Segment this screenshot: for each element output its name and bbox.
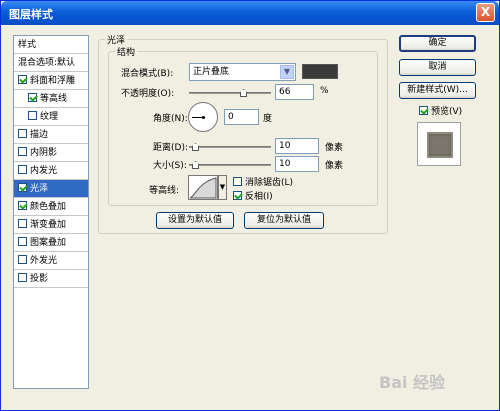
style-item-inner-glow[interactable]: 内发光 — [14, 162, 88, 180]
blend-mode-label: 混合模式(B): — [121, 69, 174, 79]
style-item-label: 等高线 — [40, 94, 68, 104]
style-item-label: 图案叠加 — [30, 238, 67, 248]
checkbox-icon[interactable] — [18, 147, 27, 156]
structure-group-title: 结构 — [115, 45, 138, 58]
opacity-unit: % — [320, 86, 329, 96]
checkbox-icon[interactable] — [18, 219, 27, 228]
style-item-stroke[interactable]: 描边 — [14, 126, 88, 144]
style-item-label: 内发光 — [30, 166, 58, 176]
invert-option[interactable]: 反相(I) — [233, 189, 273, 202]
style-item-bevel-emboss[interactable]: 斜面和浮雕 — [14, 72, 88, 90]
style-item-drop-shadow[interactable]: 投影 — [14, 270, 88, 288]
angle-center-icon — [202, 116, 205, 119]
title-bar[interactable]: 图层样式 X — [1, 1, 499, 25]
style-item-label: 渐变叠加 — [30, 220, 67, 230]
reset-default-button[interactable]: 复位为默认值 — [244, 212, 324, 229]
checkbox-icon[interactable] — [18, 165, 27, 174]
layer-style-dialog: 图层样式 X 样式 混合选项:默认 斜面和浮雕 等高线 纹理 描边 内阴影 内发… — [0, 0, 500, 411]
checkbox-icon[interactable] — [18, 201, 27, 210]
size-slider-track[interactable] — [189, 164, 271, 166]
distance-input[interactable]: 10 — [275, 138, 319, 154]
contour-preview[interactable] — [188, 175, 218, 200]
style-item-gradient-overlay[interactable]: 渐变叠加 — [14, 216, 88, 234]
style-item-label: 内阴影 — [30, 148, 58, 158]
angle-input[interactable]: 0 — [224, 109, 259, 125]
distance-slider-handle[interactable] — [192, 143, 199, 151]
preview-swatch — [427, 132, 453, 158]
style-item-satin[interactable]: 光泽 — [14, 180, 88, 198]
style-item-label: 光泽 — [30, 184, 49, 194]
checkbox-icon[interactable] — [18, 75, 27, 84]
preview-label: 预览(V) — [431, 107, 463, 117]
contour-label: 等高线: — [149, 186, 180, 196]
blend-mode-select[interactable]: 正片叠底 ▼ — [189, 63, 296, 81]
style-item-label: 纹理 — [40, 112, 59, 122]
blend-options-item[interactable]: 混合选项:默认 — [14, 54, 88, 72]
window-title: 图层样式 — [9, 8, 53, 21]
antialias-label: 消除锯齿(L) — [245, 178, 294, 188]
style-item-label: 斜面和浮雕 — [30, 76, 76, 86]
style-item-label: 描边 — [30, 130, 49, 140]
checkbox-icon[interactable] — [419, 106, 428, 115]
styles-header[interactable]: 样式 — [14, 36, 88, 54]
chevron-down-icon[interactable]: ▼ — [280, 65, 294, 79]
blend-mode-value: 正片叠底 — [193, 67, 230, 77]
style-item-inner-shadow[interactable]: 内阴影 — [14, 144, 88, 162]
dialog-body: 样式 混合选项:默认 斜面和浮雕 等高线 纹理 描边 内阴影 内发光 光泽 颜色… — [4, 25, 498, 409]
opacity-label: 不透明度(O): — [121, 89, 175, 99]
checkbox-icon[interactable] — [18, 273, 27, 282]
cancel-button[interactable]: 取消 — [399, 59, 476, 76]
structure-group: 结构 混合模式(B): 正片叠底 ▼ 不透明度(O): 66 % 角度(N): … — [108, 45, 378, 206]
opacity-input[interactable]: 66 — [275, 84, 314, 100]
watermark-logo: Bai 经验 — [379, 373, 446, 392]
angle-dial[interactable] — [188, 102, 218, 132]
style-item-contour[interactable]: 等高线 — [14, 90, 88, 108]
size-unit: 像素 — [325, 161, 344, 171]
checkbox-icon[interactable] — [18, 183, 27, 192]
style-item-texture[interactable]: 纹理 — [14, 108, 88, 126]
style-item-label: 外发光 — [30, 256, 58, 266]
opacity-slider-track[interactable] — [189, 92, 271, 94]
size-slider-handle[interactable] — [192, 161, 199, 169]
distance-slider-track[interactable] — [189, 146, 271, 148]
checkbox-icon[interactable] — [18, 255, 27, 264]
make-default-button[interactable]: 设置为默认值 — [156, 212, 234, 229]
angle-unit: 度 — [263, 114, 273, 124]
style-item-outer-glow[interactable]: 外发光 — [14, 252, 88, 270]
checkbox-icon[interactable] — [18, 129, 27, 138]
distance-label: 距离(D): — [153, 143, 188, 153]
ok-button[interactable]: 确定 — [399, 35, 476, 52]
checkbox-icon[interactable] — [233, 191, 242, 200]
opacity-slider-handle[interactable] — [240, 89, 247, 97]
antialias-option[interactable]: 消除锯齿(L) — [233, 175, 293, 188]
style-item-label: 投影 — [30, 274, 49, 284]
close-button[interactable]: X — [476, 3, 495, 22]
style-list: 样式 混合选项:默认 斜面和浮雕 等高线 纹理 描边 内阴影 内发光 光泽 颜色… — [13, 35, 89, 389]
style-item-color-overlay[interactable]: 颜色叠加 — [14, 198, 88, 216]
invert-label: 反相(I) — [245, 192, 273, 202]
angle-label: 角度(N): — [153, 114, 188, 124]
new-style-button[interactable]: 新建样式(W)... — [399, 82, 476, 99]
size-label: 大小(S): — [153, 161, 187, 171]
size-input[interactable]: 10 — [275, 156, 319, 172]
preview-option[interactable]: 预览(V) — [419, 104, 462, 117]
checkbox-icon[interactable] — [18, 237, 27, 246]
checkbox-icon[interactable] — [28, 111, 37, 120]
style-item-label: 颜色叠加 — [30, 202, 67, 212]
blend-color-swatch[interactable] — [302, 64, 338, 79]
checkbox-icon[interactable] — [28, 93, 37, 102]
distance-unit: 像素 — [325, 143, 344, 153]
contour-dropdown-icon[interactable]: ▼ — [218, 175, 227, 200]
checkbox-icon[interactable] — [233, 177, 242, 186]
satin-group: 光泽 结构 混合模式(B): 正片叠底 ▼ 不透明度(O): 66 % 角度(N… — [98, 33, 388, 234]
contour-curve-icon — [189, 177, 217, 199]
style-item-pattern-overlay[interactable]: 图案叠加 — [14, 234, 88, 252]
style-preview — [417, 122, 461, 166]
